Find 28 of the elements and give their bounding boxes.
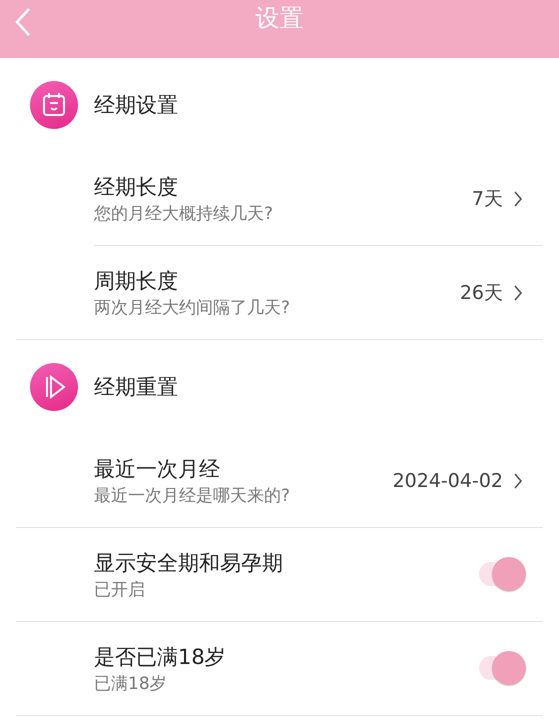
chevron-icon	[513, 190, 523, 206]
section-title: 经期重置	[94, 374, 178, 401]
row-title: 显示安全期和易孕期	[94, 550, 284, 576]
row-subtitle: 已开启	[94, 578, 146, 602]
play-icon	[30, 363, 78, 411]
settings-row[interactable]: 是否已满18岁 已满18岁	[16, 622, 543, 716]
row-title: 周期长度	[94, 268, 179, 294]
toggle-switch[interactable]	[477, 556, 527, 593]
section-title: 经期设置	[94, 92, 178, 119]
row-title: 最近一次月经	[94, 456, 221, 482]
settings-row[interactable]: 周期长度 两次月经大约间隔了几天? 26天	[16, 246, 543, 340]
row-subtitle: 两次月经大约间隔了几天?	[94, 296, 292, 320]
toggle-switch[interactable]	[477, 650, 527, 687]
chevron-icon	[513, 472, 523, 488]
row-title: 是否已满18岁	[94, 644, 227, 670]
row-value: 26天	[460, 280, 503, 306]
settings-row[interactable]: 经期长度 您的月经大概持续几天? 7天	[94, 152, 543, 246]
chevron-icon	[513, 284, 523, 300]
row-subtitle: 您的月经大概持续几天?	[94, 202, 274, 226]
page-title: 设置	[256, 3, 304, 34]
row-value: 7天	[472, 186, 503, 212]
row-subtitle: 已满18岁	[94, 672, 168, 696]
settings-row[interactable]: 显示安全期和易孕期 已开启	[16, 528, 543, 622]
row-subtitle: 最近一次月经是哪天来的?	[94, 484, 292, 508]
row-value: 2024-04-02	[392, 470, 503, 492]
settings-row[interactable]: 最近一次月经 最近一次月经是哪天来的? 2024-04-02	[16, 434, 543, 528]
row-title: 经期长度	[94, 174, 179, 200]
calendar-icon	[30, 81, 78, 129]
